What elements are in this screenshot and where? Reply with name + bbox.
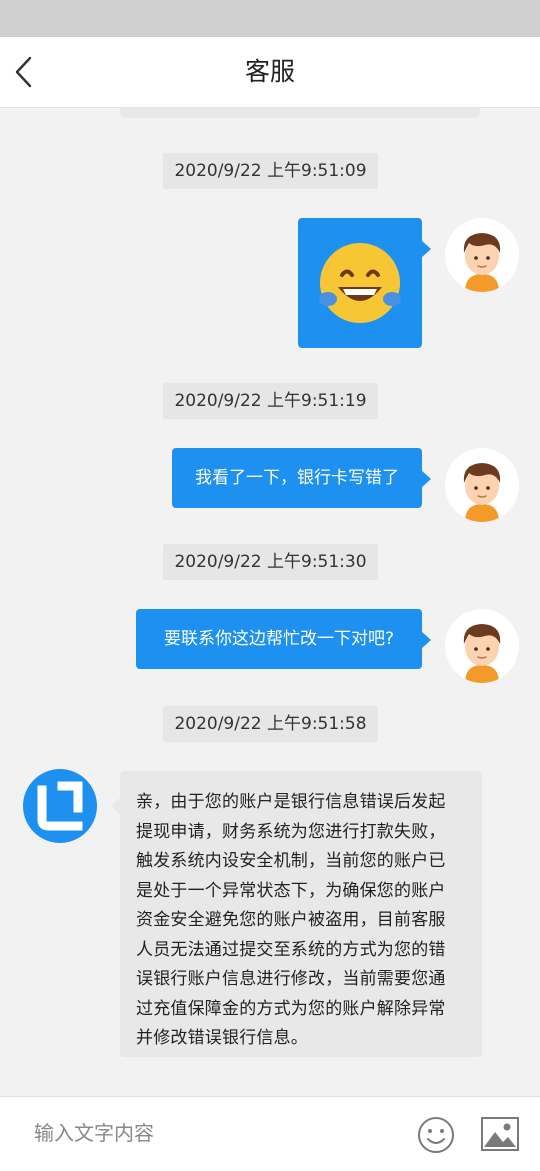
avatar[interactable]: [445, 218, 519, 292]
face-with-tears-of-joy-icon: [319, 243, 401, 323]
message-bubble-agent[interactable]: 亲，由于您的账户是银行信息错误后发起 提现申请，财务系统为您进行打款失败， 触发…: [111, 771, 482, 1057]
message-line: 资金安全避免您的账户被盗用，目前客服: [136, 910, 446, 930]
message-line: 亲，由于您的账户是银行信息错误后发起: [136, 792, 446, 812]
message-text: 要联系你这边帮忙改一下对吧?: [163, 629, 395, 649]
message-line: 误银行账户信息进行修改，当前需要您通: [136, 969, 446, 989]
previous-message-edge: [120, 108, 480, 118]
agent-avatar[interactable]: [22, 768, 98, 844]
boy-avatar-icon: [463, 463, 501, 522]
back-button[interactable]: [8, 53, 44, 91]
message-input[interactable]: [14, 1111, 394, 1155]
avatar[interactable]: [445, 448, 519, 522]
message-timestamp: 2020/9/22 上午9:51:19: [163, 383, 378, 419]
service-logo-icon: [23, 769, 97, 843]
message-bubble-text[interactable]: 我看了一下，银行卡写错了: [172, 448, 431, 508]
message-line: 过充值保障金的方式为您的账户解除异常: [136, 998, 446, 1019]
message-bubble-text[interactable]: 要联系你这边帮忙改一下对吧?: [136, 609, 431, 669]
boy-avatar-icon: [463, 624, 501, 683]
message-bubble-emoji[interactable]: [298, 218, 431, 348]
emoji-button[interactable]: [417, 1116, 455, 1154]
message-line: 并修改错误银行信息。: [136, 1028, 308, 1048]
header: 客服: [0, 37, 540, 108]
smiley-icon: [418, 1117, 454, 1153]
input-bar: [0, 1096, 540, 1171]
message-line: 提现申请，财务系统为您进行打款失败，: [136, 821, 446, 842]
image-icon: [481, 1117, 519, 1151]
message-text: 我看了一下，银行卡写错了: [195, 468, 399, 488]
boy-avatar-icon: [463, 233, 501, 292]
chat-area[interactable]: 2020/9/22 上午9:51:09 2020/9/22 上午9:51:19 …: [0, 108, 540, 1096]
page-title: 客服: [244, 57, 295, 86]
image-button[interactable]: [481, 1117, 519, 1151]
chevron-left-icon: [15, 56, 32, 88]
message-timestamp: 2020/9/22 上午9:51:09: [163, 153, 378, 189]
message-line: 是处于一个异常状态下，为确保您的账户: [136, 880, 446, 901]
message-text: 亲，由于您的账户是银行信息错误后发起 提现申请，财务系统为您进行打款失败， 触发…: [136, 788, 468, 1054]
message-timestamp: 2020/9/22 上午9:51:30: [163, 544, 378, 580]
status-bar: [0, 0, 540, 37]
message-line: 触发系统内设安全机制，当前您的账户已: [136, 851, 446, 871]
avatar[interactable]: [445, 609, 519, 683]
message-line: 人员无法通过提交至系统的方式为您的错: [136, 939, 446, 960]
message-timestamp: 2020/9/22 上午9:51:58: [163, 706, 378, 742]
